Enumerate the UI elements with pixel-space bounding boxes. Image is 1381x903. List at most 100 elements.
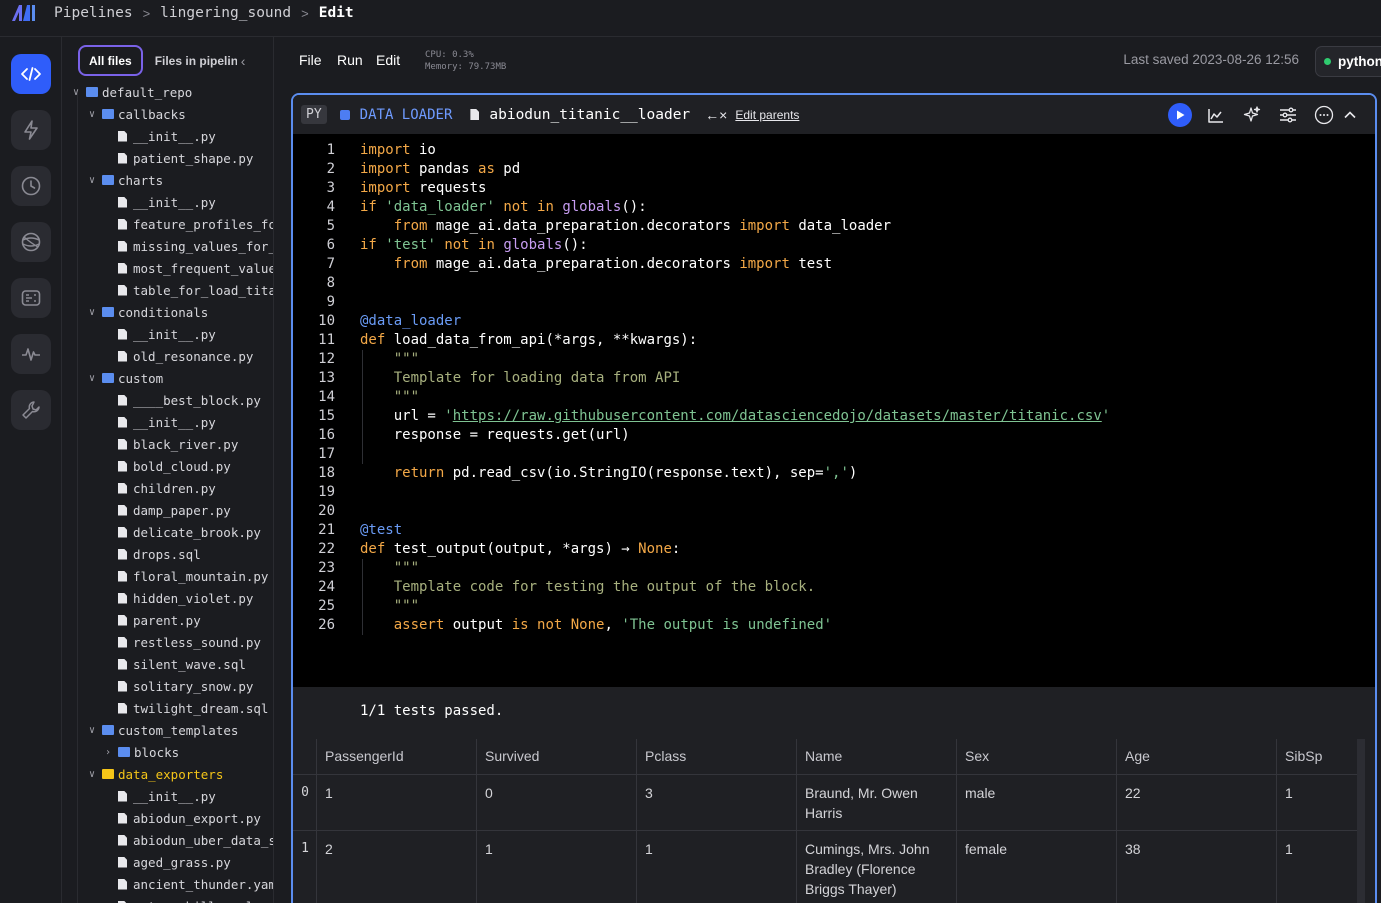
tree-file[interactable]: black_river.py xyxy=(102,433,238,455)
folder-icon xyxy=(86,87,98,97)
tree-file[interactable]: ancient_thunder.yam xyxy=(102,873,273,895)
tree-item-label: twilight_dream.sql xyxy=(133,700,269,716)
breadcrumb-pipeline[interactable]: lingering_sound xyxy=(160,5,291,21)
table-header-cell[interactable]: PassengerId xyxy=(317,739,477,775)
tree-file[interactable]: __init__.py xyxy=(102,125,216,147)
tree-file[interactable]: aged_grass.py xyxy=(102,851,231,873)
file-icon xyxy=(118,416,127,428)
tree-file[interactable]: old_resonance.py xyxy=(102,345,253,367)
code-block: PY DATA LOADER abiodun_titanic__loader ←… xyxy=(291,93,1377,903)
tree-item-label: drops.sql xyxy=(133,546,201,562)
table-header-cell[interactable]: Survived xyxy=(477,739,637,775)
tree-file[interactable]: autumn_hill.yaml xyxy=(102,895,253,903)
tree-file[interactable]: hidden_violet.py xyxy=(102,587,253,609)
code-line: @data_loader xyxy=(360,313,462,329)
tab-all-files[interactable]: All files xyxy=(78,45,143,76)
tree-folder[interactable]: ∨ conditionals xyxy=(86,301,208,323)
table-header-cell[interactable]: SibSp xyxy=(1277,739,1365,775)
tree-folder[interactable]: ∨ data_exporters xyxy=(86,763,223,785)
tree-file[interactable]: missing_values_for_ xyxy=(102,235,273,257)
tree-file[interactable]: drops.sql xyxy=(102,543,201,565)
table-header-cell[interactable]: Sex xyxy=(957,739,1117,775)
chevron-left-icon[interactable]: ‹ xyxy=(241,53,246,69)
nav-code-button[interactable] xyxy=(11,54,51,94)
tree-file[interactable]: bold_cloud.py xyxy=(102,455,231,477)
block-name[interactable]: abiodun_titanic__loader xyxy=(489,107,690,123)
nav-backfills-button[interactable] xyxy=(11,222,51,262)
tree-file[interactable]: __init__.py xyxy=(102,191,216,213)
tree-file[interactable]: floral_mountain.py xyxy=(102,565,268,587)
file-icon xyxy=(118,394,127,406)
play-icon xyxy=(1177,110,1185,120)
menu-run[interactable]: Run xyxy=(337,52,363,68)
more-options-button[interactable] xyxy=(1312,103,1336,127)
line-number: 24 xyxy=(318,579,335,595)
tree-file[interactable]: patient_shape.py xyxy=(102,147,253,169)
tree-file[interactable]: solitary_snow.py xyxy=(102,675,253,697)
tree-file[interactable]: restless_sound.py xyxy=(102,631,261,653)
ai-assist-button[interactable] xyxy=(1240,103,1264,127)
tree-file[interactable]: delicate_brook.py xyxy=(102,521,261,543)
nav-terminal-button[interactable] xyxy=(11,278,51,318)
tree-folder[interactable]: ∨ default_repo xyxy=(70,81,192,103)
table-scrollbar[interactable] xyxy=(1357,739,1365,903)
clock-icon xyxy=(21,176,41,196)
nav-settings-button[interactable] xyxy=(11,390,51,430)
lightning-icon xyxy=(24,120,38,140)
tree-file[interactable]: abiodun_export.py xyxy=(102,807,261,829)
tree-folder[interactable]: › blocks xyxy=(102,741,179,763)
tree-item-label: delicate_brook.py xyxy=(133,524,261,540)
tab-files-in-pipeline[interactable]: Files in pipeline xyxy=(155,54,237,68)
tree-file[interactable]: table_for_load_tita xyxy=(102,279,273,301)
tree-scrollbar[interactable] xyxy=(68,93,78,903)
breadcrumb-pipelines[interactable]: Pipelines xyxy=(54,5,133,21)
tree-file[interactable]: silent_wave.sql xyxy=(102,653,246,675)
block-settings-button[interactable] xyxy=(1276,103,1300,127)
tree-item-label: data_exporters xyxy=(118,766,224,782)
tree-folder[interactable]: ∨ custom xyxy=(86,367,163,389)
chevron-up-icon xyxy=(1344,111,1356,119)
tree-file[interactable]: twilight_dream.sql xyxy=(102,697,268,719)
tree-file[interactable]: damp_paper.py xyxy=(102,499,231,521)
chart-button[interactable] xyxy=(1204,103,1228,127)
nav-runs-button[interactable] xyxy=(11,166,51,206)
tree-folder[interactable]: ∨ charts xyxy=(86,169,163,191)
table-header-cell[interactable]: Pclass xyxy=(637,739,797,775)
run-block-button[interactable] xyxy=(1168,103,1192,127)
tree-file[interactable]: parent.py xyxy=(102,609,201,631)
file-icon xyxy=(118,130,127,142)
tree-file[interactable]: abiodun_uber_data_s xyxy=(102,829,273,851)
table-header-cell[interactable]: Age xyxy=(1117,739,1277,775)
file-icon xyxy=(118,218,127,230)
tree-file[interactable]: most_frequent_value xyxy=(102,257,273,279)
terminal-icon xyxy=(21,290,41,306)
tree-folder[interactable]: ∨ callbacks xyxy=(86,103,186,125)
collapse-block-button[interactable] xyxy=(1338,103,1362,127)
tree-item-label: hidden_violet.py xyxy=(133,590,254,606)
tree-file[interactable]: __init__.py xyxy=(102,411,216,433)
tree-item-label: black_river.py xyxy=(133,436,239,452)
kernel-name: python xyxy=(1338,54,1381,69)
tree-file[interactable]: __init__.py xyxy=(102,785,216,807)
tree-folder[interactable]: ∨ custom_templates xyxy=(86,719,238,741)
mage-logo[interactable] xyxy=(10,3,38,23)
tree-file[interactable]: feature_profiles_fo xyxy=(102,213,273,235)
memory-usage: Memory: 79.73MB xyxy=(425,62,507,72)
nav-triggers-button[interactable] xyxy=(11,110,51,150)
more-icon xyxy=(1314,105,1334,125)
table-header-cell[interactable]: Name xyxy=(797,739,957,775)
menu-edit[interactable]: Edit xyxy=(376,52,400,68)
file-icon xyxy=(118,614,127,626)
line-number: 6 xyxy=(326,237,335,253)
tree-item-label: default_repo xyxy=(102,84,193,100)
line-number: 19 xyxy=(318,484,335,500)
tree-file[interactable]: ____best_block.py xyxy=(102,389,261,411)
menu-file[interactable]: File xyxy=(299,52,322,68)
nav-monitor-button[interactable] xyxy=(11,334,51,374)
code-editor[interactable]: 1 import io 2 import pandas as pd 3 import re… xyxy=(293,134,1375,687)
edit-parents-link[interactable]: Edit parents xyxy=(735,108,799,122)
tree-file[interactable]: children.py xyxy=(102,477,216,499)
kernel-status-button[interactable]: python xyxy=(1315,46,1381,77)
tree-item-label: callbacks xyxy=(118,106,186,122)
tree-file[interactable]: __init__.py xyxy=(102,323,216,345)
